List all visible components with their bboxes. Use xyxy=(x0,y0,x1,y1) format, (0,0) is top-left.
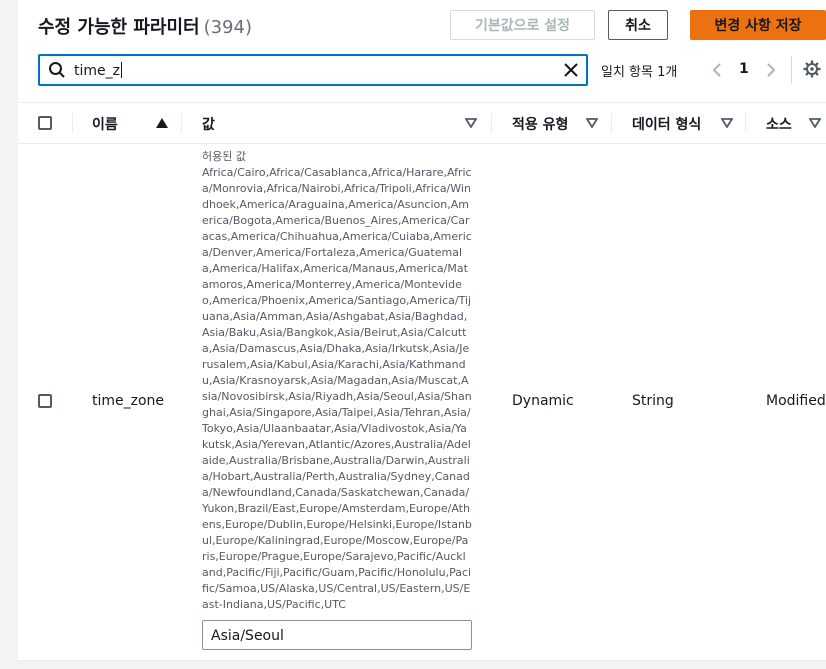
allowed-values: 허용된 값 Africa/Cairo,Africa/Casablanca,Afr… xyxy=(202,149,472,613)
page-title: 수정 가능한 파라미터 (394) xyxy=(38,13,252,39)
parameters-panel: 수정 가능한 파라미터 (394) 기본값으로 설정 취소 변경 사항 저장 ti… xyxy=(18,0,826,661)
chevron-right-icon[interactable] xyxy=(764,61,778,79)
match-count: 일치 항목 1개 xyxy=(601,65,678,80)
current-page[interactable]: 1 xyxy=(739,61,749,77)
column-divider xyxy=(491,113,492,133)
column-divider xyxy=(72,113,73,133)
pager-divider xyxy=(791,56,792,84)
column-header-name[interactable]: 이름 xyxy=(92,114,118,134)
cancel-button[interactable]: 취소 xyxy=(608,10,668,40)
search-value: time_z xyxy=(74,62,122,79)
parameter-value-input[interactable]: Asia/Seoul xyxy=(202,620,472,650)
caret-down-icon[interactable] xyxy=(586,118,598,128)
column-header-value[interactable]: 값 xyxy=(202,114,215,134)
source: Modified xyxy=(766,393,826,409)
chevron-left-icon[interactable] xyxy=(710,61,724,79)
gear-icon[interactable] xyxy=(803,60,821,78)
column-divider xyxy=(745,113,746,133)
data-type: String xyxy=(632,393,674,409)
allowed-values-list: Africa/Cairo,Africa/Casablanca,Africa/Ha… xyxy=(202,166,472,611)
page-title-text: 수정 가능한 파라미터 xyxy=(38,17,200,38)
parameter-name: time_zone xyxy=(92,393,165,409)
column-header-source[interactable]: 소스 xyxy=(766,114,792,134)
save-changes-button[interactable]: 변경 사항 저장 xyxy=(690,10,826,40)
select-all-checkbox[interactable] xyxy=(38,116,52,130)
parameter-count: (394) xyxy=(203,17,252,38)
column-divider xyxy=(611,113,612,133)
caret-down-icon[interactable] xyxy=(721,118,733,128)
text-caret xyxy=(120,62,122,78)
sort-ascending-icon[interactable] xyxy=(156,118,168,128)
reset-to-default-button[interactable]: 기본값으로 설정 xyxy=(450,10,595,40)
column-header-apply-type[interactable]: 적용 유형 xyxy=(512,114,568,134)
column-divider xyxy=(181,113,182,133)
row-select-checkbox[interactable] xyxy=(38,394,52,408)
caret-down-icon[interactable] xyxy=(465,118,477,128)
column-header-data-type[interactable]: 데이터 형식 xyxy=(632,114,701,134)
close-icon[interactable] xyxy=(562,61,580,79)
table-header: 이름 값 적용 유형 데이터 형식 소스 xyxy=(18,102,826,144)
search-input[interactable]: time_z xyxy=(38,54,588,86)
caret-down-icon[interactable] xyxy=(809,118,821,128)
search-value-text: time_z xyxy=(74,63,120,79)
apply-type: Dynamic xyxy=(512,393,574,409)
allowed-values-label: 허용된 값 xyxy=(202,150,246,163)
search-icon xyxy=(49,62,65,78)
